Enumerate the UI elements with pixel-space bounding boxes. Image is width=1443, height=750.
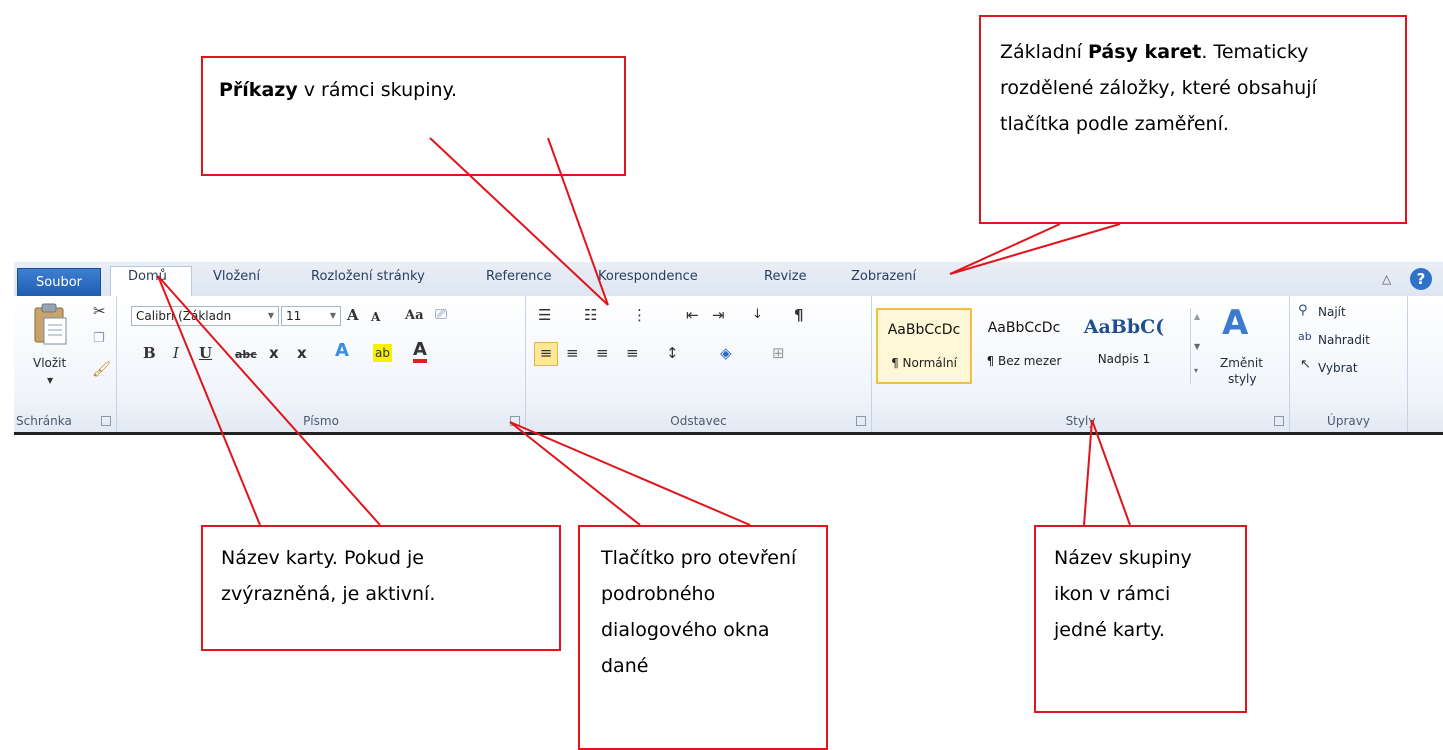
callout-connectors [157, 137, 1131, 526]
connector-ribbons-a [949, 223, 1061, 275]
connector-commands-b [547, 137, 609, 306]
connector-group-b [1091, 419, 1131, 526]
connector-launcher-a [509, 421, 641, 526]
connector-launcher-b [509, 421, 751, 526]
connector-ribbons-b [949, 223, 1121, 275]
connector-group-a [1083, 419, 1093, 526]
connector-tab-a [157, 275, 261, 526]
connector-commands-a [429, 137, 609, 306]
connector-tab-b [157, 275, 381, 526]
